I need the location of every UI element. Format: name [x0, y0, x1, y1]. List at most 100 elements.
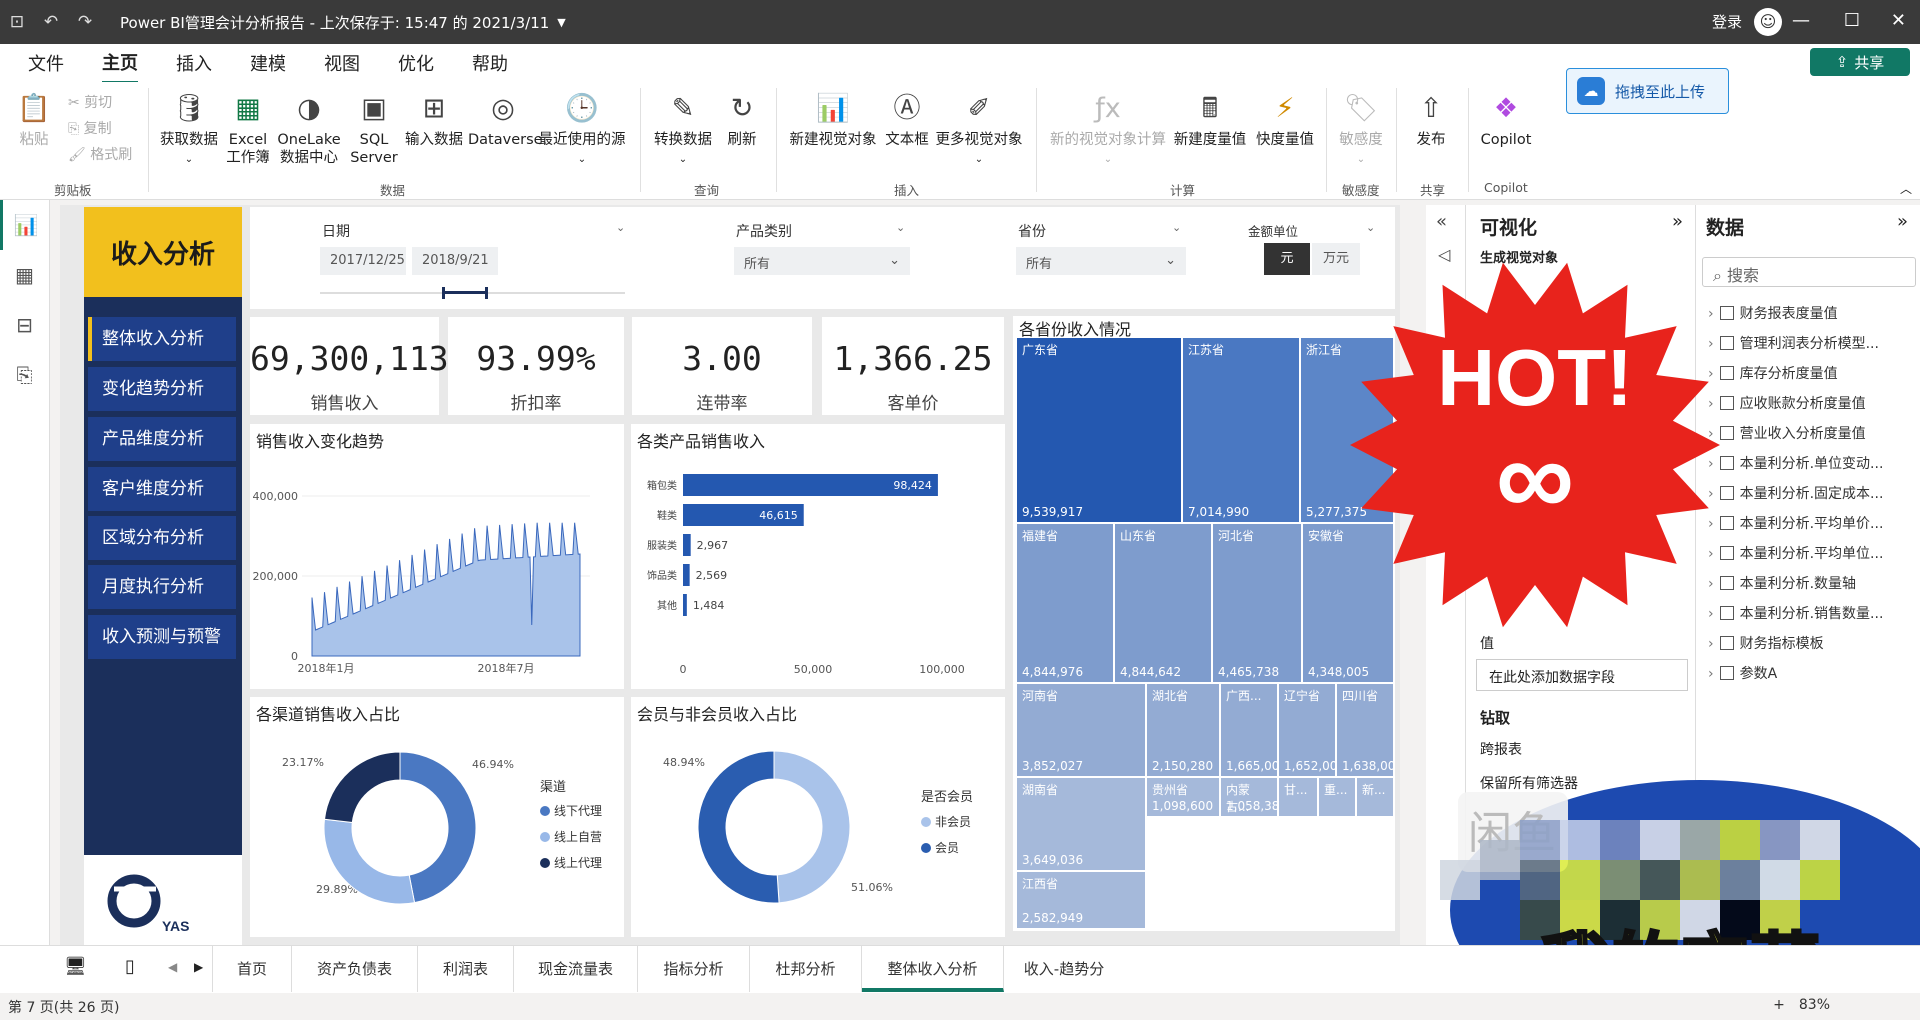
menu-help[interactable]: 帮助: [472, 44, 508, 82]
menu-optimize[interactable]: 优化: [398, 44, 434, 82]
field-table-item[interactable]: › 财务报表度量值: [1708, 303, 1838, 323]
tab-home[interactable]: 首页: [212, 946, 292, 992]
member-donut-chart[interactable]: 会员与非会员收入占比 48.94% 51.06% 是否会员 非会员 会员: [631, 697, 1005, 937]
dax-view-icon[interactable]: ⎘: [0, 350, 49, 400]
nav-trend[interactable]: 变化趋势分析: [88, 367, 236, 411]
nav-customer[interactable]: 客户维度分析: [88, 467, 236, 511]
province-chevron-icon[interactable]: ⌄: [1172, 221, 1181, 234]
title-dropdown-icon[interactable]: ▼: [557, 16, 565, 29]
sensitivity-button[interactable]: 🏷 敏感度 ⌄: [1334, 90, 1388, 169]
treemap-tile[interactable]: 河北省 4,465,738: [1213, 524, 1301, 682]
data-search-input[interactable]: ⌕ 搜索: [1702, 257, 1916, 287]
treemap-tile[interactable]: 贵州省 1,098,600: [1147, 778, 1219, 816]
transform-data-button[interactable]: ✎ 转换数据 ⌄: [648, 90, 718, 169]
product-bar-chart[interactable]: 各类产品销售收入 0 50,000 100,000 箱包类 98,424 鞋类 46,…: [631, 424, 1005, 689]
nav-region[interactable]: 区域分布分析: [88, 516, 236, 560]
login-link[interactable]: 登录: [1712, 11, 1742, 32]
treemap-tile[interactable]: 辽宁省 1,652,000: [1279, 684, 1335, 776]
nav-monthly[interactable]: 月度执行分析: [88, 565, 236, 609]
report-view-icon[interactable]: 📊: [0, 200, 49, 250]
date-from-input[interactable]: 2017/12/25: [320, 247, 406, 275]
treemap-tile[interactable]: 湖南省 3,649,036: [1017, 778, 1145, 870]
trend-chart[interactable]: 销售收入变化趋势 400,000 200,000 0 2018年1月 2018年…: [250, 424, 624, 689]
treemap-tile[interactable]: 甘...: [1279, 778, 1317, 816]
undo-icon[interactable]: ↶: [34, 12, 68, 32]
tab-prev-icon[interactable]: ◀: [168, 960, 177, 974]
copy-button[interactable]: ⎘ 复制: [68, 118, 112, 138]
menu-view[interactable]: 视图: [324, 44, 360, 82]
dataverse-button[interactable]: ◎ Dataverse: [468, 90, 543, 149]
tab-revenue-trend[interactable]: 收入-趋势分: [1004, 946, 1124, 992]
zoom-plus-icon[interactable]: +: [1773, 997, 1785, 1013]
more-visuals-button[interactable]: ✐ 更多视觉对象 ⌄: [932, 90, 1026, 169]
treemap-tile[interactable]: 福建省 4,844,976: [1017, 524, 1113, 682]
maximize-icon[interactable]: ☐: [1844, 10, 1860, 31]
collapse-ribbon-icon[interactable]: ︿: [1900, 180, 1912, 197]
recent-sources-button[interactable]: 🕒 最近使用的源 ⌄: [536, 90, 628, 169]
upload-button[interactable]: ☁ 拖拽至此上传: [1566, 68, 1729, 114]
window-title[interactable]: Power BI管理会计分析报告 - 上次保存于: 15:47 的 2021/3…: [120, 12, 549, 33]
field-table-item[interactable]: › 财务指标模板: [1708, 633, 1824, 653]
category-dropdown[interactable]: 所有 ⌄: [734, 247, 910, 275]
unit-yuan-button[interactable]: 元: [1264, 243, 1310, 275]
menu-modeling[interactable]: 建模: [250, 44, 286, 82]
treemap-tile[interactable]: 内蒙古...1,058,382: [1221, 778, 1277, 816]
field-table-item[interactable]: › 本量利分析.销售数量...: [1708, 603, 1883, 623]
share-button[interactable]: ⇪ 共享: [1810, 48, 1910, 76]
category-chevron-icon[interactable]: ⌄: [896, 221, 905, 234]
format-painter-button[interactable]: 🖌 格式刷: [68, 144, 132, 164]
zoom-level[interactable]: +83%: [1773, 997, 1830, 1013]
textbox-button[interactable]: Ⓐ 文本框: [882, 90, 932, 149]
paste-button[interactable]: 📋 粘贴: [12, 90, 56, 149]
onelake-button[interactable]: ◑ OneLake 数据中心: [276, 90, 342, 167]
tab-overall-revenue[interactable]: 整体收入分析: [862, 946, 1004, 992]
quick-measure-button[interactable]: ⚡ 快度量值: [1252, 90, 1318, 149]
field-table-item[interactable]: › 本量利分析.平均单价...: [1708, 513, 1883, 533]
date-slider-handle[interactable]: [442, 287, 488, 299]
redo-icon[interactable]: ↷: [68, 12, 102, 32]
treemap-tile[interactable]: 江西省 2,582,949: [1017, 872, 1145, 928]
tab-indicators[interactable]: 指标分析: [638, 946, 750, 992]
close-icon[interactable]: ✕: [1891, 10, 1906, 31]
nav-product[interactable]: 产品维度分析: [88, 417, 236, 461]
refresh-button[interactable]: ↻ 刷新: [722, 90, 762, 149]
copilot-button[interactable]: ❖ Copilot: [1476, 90, 1536, 149]
get-data-button[interactable]: 🛢 获取数据 ⌄: [156, 90, 222, 169]
menu-file[interactable]: 文件: [28, 44, 64, 82]
sql-server-button[interactable]: ▣ SQL Server: [350, 90, 398, 167]
tab-balance-sheet[interactable]: 资产负债表: [292, 946, 418, 992]
field-table-item[interactable]: › 库存分析度量值: [1708, 363, 1838, 383]
table-view-icon[interactable]: ▦: [0, 250, 49, 300]
treemap-tile[interactable]: 广东省 9,539,917: [1017, 338, 1181, 522]
data-expand-icon[interactable]: »: [1897, 211, 1908, 232]
treemap-tile[interactable]: 山东省 4,844,642: [1115, 524, 1211, 682]
new-visual-calc-button[interactable]: ƒx 新的视觉对象计算 ⌄: [1046, 90, 1170, 169]
nav-forecast[interactable]: 收入预测与预警: [88, 615, 236, 659]
tab-dupont[interactable]: 杜邦分析: [750, 946, 862, 992]
minimize-icon[interactable]: —: [1792, 10, 1810, 31]
tab-cash-flow[interactable]: 现金流量表: [514, 946, 638, 992]
treemap-tile[interactable]: 湖北省 2,150,280: [1147, 684, 1219, 776]
menu-home[interactable]: 主页: [102, 43, 138, 84]
tab-income-statement[interactable]: 利润表: [418, 946, 514, 992]
nav-overall-revenue[interactable]: 整体收入分析: [88, 317, 236, 361]
date-chevron-icon[interactable]: ⌄: [616, 221, 625, 234]
field-table-item[interactable]: › 本量利分析.单位变动...: [1708, 453, 1883, 473]
treemap-tile[interactable]: 河南省 3,852,027: [1017, 684, 1145, 776]
treemap-tile[interactable]: 江苏省 7,014,990: [1183, 338, 1299, 522]
save-icon[interactable]: ⊡: [0, 12, 34, 32]
treemap-tile[interactable]: 广西... 1,665,000: [1221, 684, 1277, 776]
enter-data-button[interactable]: ⊞ 输入数据: [402, 90, 466, 149]
publish-button[interactable]: ⇧ 发布: [1406, 90, 1456, 149]
field-table-item[interactable]: › 本量利分析.数量轴: [1708, 573, 1856, 593]
field-table-item[interactable]: › 应收账款分析度量值: [1708, 393, 1866, 413]
province-treemap[interactable]: 各省份收入情况 广东省 9,539,917 江苏省 7,014,990 浙江省 5,277…: [1013, 316, 1395, 931]
excel-button[interactable]: ▦ Excel 工作簿: [224, 90, 272, 167]
date-to-input[interactable]: 2018/9/21: [412, 247, 498, 275]
cut-button[interactable]: ✂ 剪切: [68, 92, 112, 112]
mobile-layout-icon[interactable]: ▯: [125, 956, 135, 977]
menu-insert[interactable]: 插入: [176, 44, 212, 82]
avatar-icon[interactable]: ☺: [1754, 8, 1782, 36]
field-table-item[interactable]: › 本量利分析.固定成本...: [1708, 483, 1883, 503]
field-table-item[interactable]: › 管理利润表分析模型...: [1708, 333, 1879, 353]
